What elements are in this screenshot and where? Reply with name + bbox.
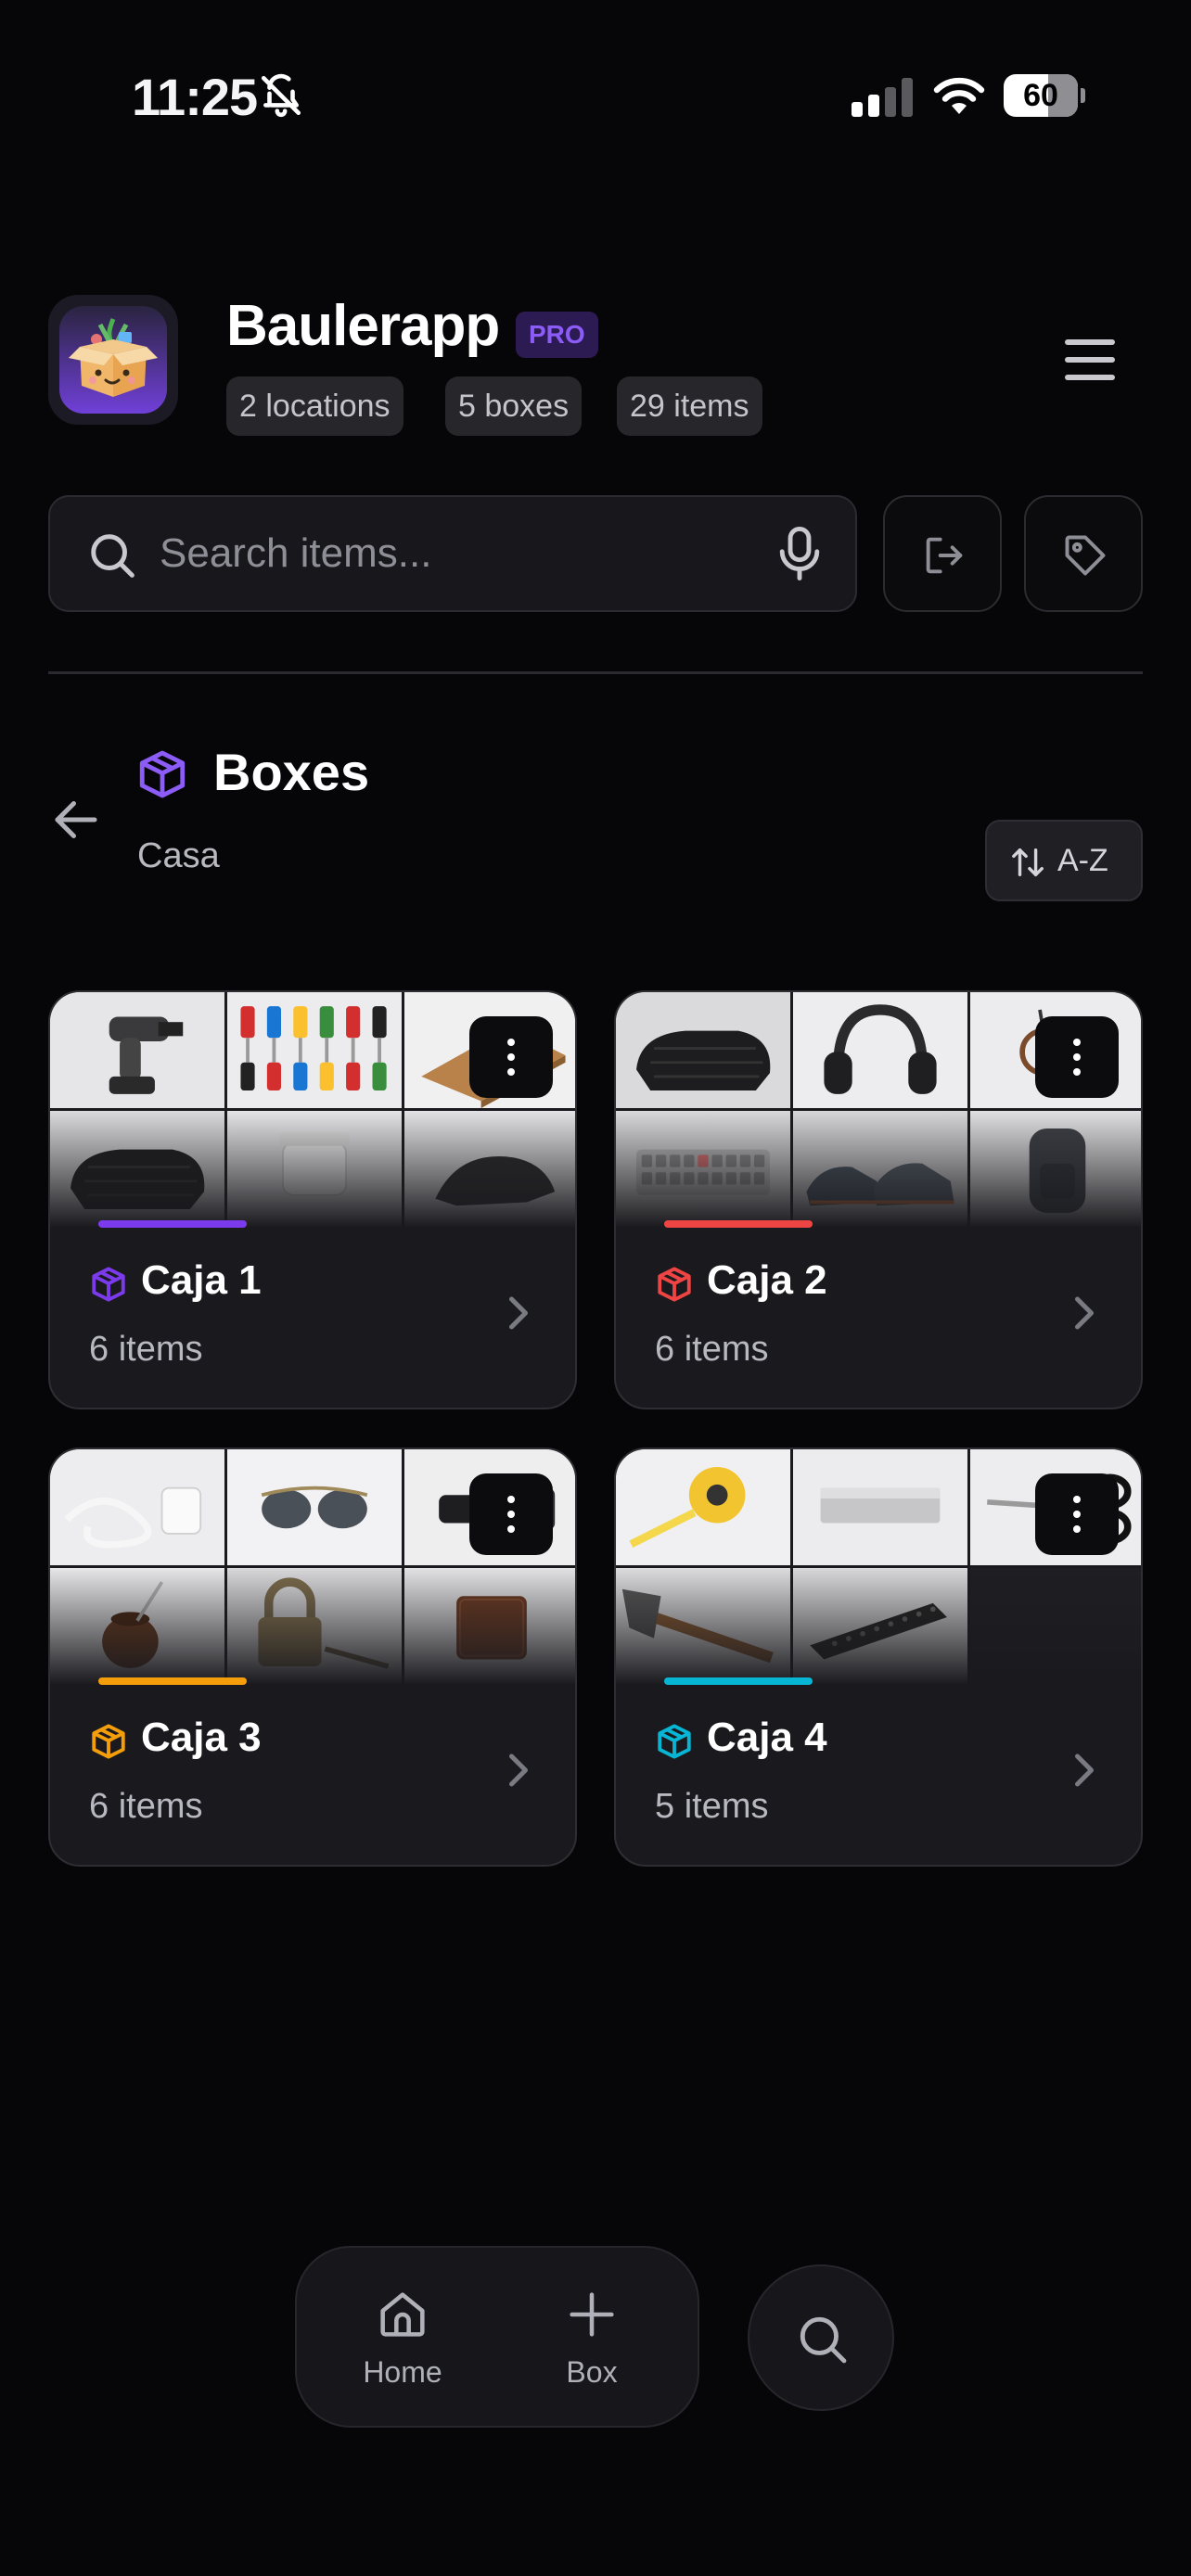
boxes-count-chip[interactable]: 5 boxes (445, 376, 583, 436)
box-name: Caja 3 (141, 1715, 262, 1760)
tape-measure-thumbnail (616, 1449, 790, 1565)
box-item-count: 6 items (89, 1330, 203, 1369)
hamburger-menu-icon[interactable] (1057, 334, 1122, 386)
search-icon (800, 2316, 847, 2364)
search-fab[interactable] (748, 2264, 894, 2411)
box-options-button[interactable] (469, 1473, 553, 1555)
box-options-button[interactable] (1035, 1473, 1119, 1555)
box-card[interactable]: Caja 1 6 items (48, 990, 577, 1409)
sort-button[interactable]: A-Z (985, 820, 1143, 901)
screwdrivers-thumbnail (227, 992, 402, 1108)
box-icon (89, 1722, 128, 1761)
section-title: Boxes (213, 743, 370, 801)
search-bar[interactable] (48, 495, 857, 612)
box-color-bar (98, 1677, 247, 1685)
chevron-right-icon (1075, 1296, 1094, 1330)
metal-bar-thumbnail (793, 1449, 967, 1565)
search-input[interactable] (160, 497, 753, 610)
status-time: 11:25 (132, 68, 258, 126)
battery-level: 60 (1023, 78, 1058, 113)
nav-home-label: Home (363, 2355, 442, 2389)
nav-add-box[interactable]: Box (518, 2248, 666, 2426)
box-item-count: 5 items (655, 1787, 769, 1826)
app-title: Baulerapp (226, 294, 500, 358)
export-icon (926, 537, 963, 574)
app-logo (48, 295, 178, 425)
bell-slash-icon (261, 73, 301, 118)
chevron-right-icon (509, 1296, 528, 1330)
back-arrow-icon[interactable] (48, 792, 104, 848)
headphones-thumbnail (793, 992, 967, 1108)
signal-icon (852, 78, 913, 117)
chevron-right-icon (509, 1753, 528, 1787)
plus-icon (570, 2292, 614, 2337)
box-options-button[interactable] (469, 1016, 553, 1098)
divider (48, 671, 1143, 674)
pro-badge: PRO (516, 312, 598, 358)
items-count-chip[interactable]: 29 items (617, 376, 762, 436)
box-name: Caja 1 (141, 1257, 262, 1303)
box-icon (89, 1265, 128, 1304)
tag-icon (1065, 535, 1106, 576)
box-icon (139, 750, 186, 798)
box-name: Caja 2 (707, 1257, 827, 1303)
box-item-count: 6 items (89, 1787, 203, 1826)
charging-cable-thumbnail (50, 1449, 224, 1565)
locations-count-chip[interactable]: 2 locations (226, 376, 403, 436)
nav-home[interactable]: Home (328, 2248, 477, 2426)
drill-thumbnail (50, 992, 224, 1108)
box-options-button[interactable] (1035, 1016, 1119, 1098)
search-icon (91, 534, 134, 578)
export-button[interactable] (883, 495, 1002, 612)
battery-icon: 60 (1004, 74, 1085, 117)
microphone-icon[interactable] (774, 525, 826, 582)
box-icon (655, 1265, 694, 1304)
sort-label: A-Z (1057, 843, 1108, 878)
box-card[interactable]: Caja 2 6 items (614, 990, 1143, 1409)
tags-button[interactable] (1024, 495, 1143, 612)
box-name: Caja 4 (707, 1715, 827, 1760)
chevron-right-icon (1075, 1753, 1094, 1787)
box-color-bar (664, 1677, 813, 1685)
box-card[interactable]: Caja 3 6 items (48, 1447, 577, 1867)
box-item-count: 6 items (655, 1330, 769, 1369)
app-screen: 11:25 60 Baulerapp PRO 2 locations 5 box… (0, 0, 1191, 2576)
bottom-nav: Home Box (295, 2246, 699, 2428)
box-icon (655, 1722, 694, 1761)
box-card[interactable]: Caja 4 5 items (614, 1447, 1143, 1867)
location-label: Casa (137, 836, 220, 875)
wifi-icon (933, 77, 985, 114)
sunglasses-thumbnail (227, 1449, 402, 1565)
sort-arrows-icon (1012, 848, 1044, 877)
nav-box-label: Box (566, 2355, 618, 2389)
home-icon (380, 2292, 425, 2337)
box-color-bar (664, 1220, 813, 1228)
black-jacket-thumbnail (616, 992, 790, 1108)
status-bar: 11:25 60 (0, 0, 1191, 195)
box-color-bar (98, 1220, 247, 1228)
